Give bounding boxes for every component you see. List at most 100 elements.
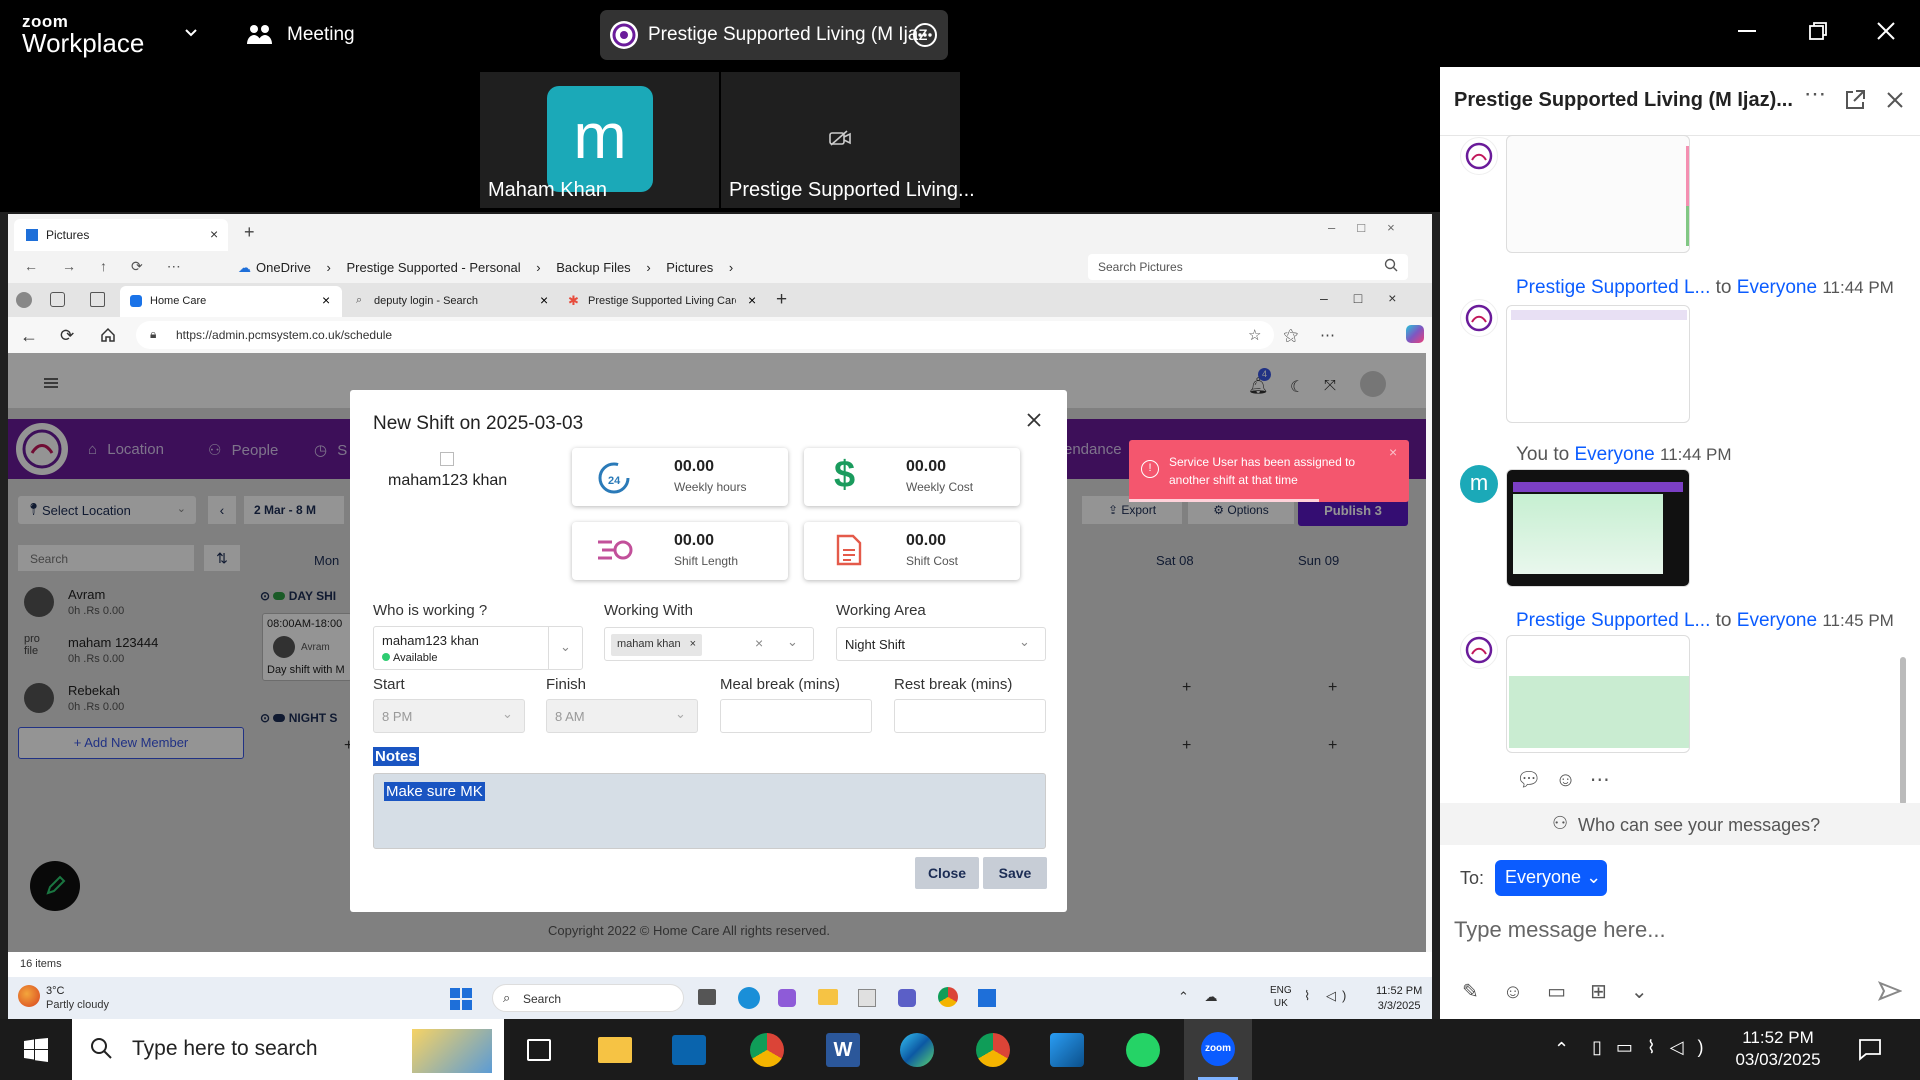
taskbar-search[interactable]: ⌕ Search [492,984,684,1012]
shared-image-thumbnail[interactable] [1506,635,1690,753]
task-view-icon[interactable] [698,989,716,1005]
pinned-apps[interactable] [698,987,998,1009]
back-icon[interactable]: ← [20,326,38,347]
browser-toolbar-icons[interactable]: ☆⚝⋯ [1248,326,1357,344]
who-working-select[interactable]: maham123 khan Available ⌄ [373,626,583,670]
tray-icons[interactable]: ⌃ ☁ [1178,989,1224,1005]
task-view-icon[interactable] [527,1039,551,1061]
rest-break-input[interactable] [894,699,1046,733]
modal-close-icon[interactable] [1026,412,1042,428]
copilot-icon[interactable] [1406,325,1424,343]
browser-window-controls[interactable]: –□× [1320,290,1422,306]
breadcrumb-item[interactable]: Prestige Supported - Personal [347,260,521,275]
notifications-icon[interactable] [1858,1037,1882,1061]
meeting-chat-tab[interactable]: Prestige Supported Living (M Ijaz [600,10,948,60]
windows-start-icon[interactable] [450,988,472,1010]
inner-clock[interactable]: 11:52 PM 3/3/2025 [1376,984,1422,1014]
working-area-select[interactable]: Night Shift ⌄ [836,627,1046,661]
browser-tab-home-care[interactable]: Home Care × [120,286,342,317]
language-indicator[interactable]: ENG UK [1270,984,1292,1010]
file-explorer-app-icon[interactable] [818,989,838,1005]
shared-image-thumbnail[interactable] [1506,305,1690,423]
breadcrumb-item[interactable]: Pictures [666,260,713,275]
word-icon[interactable]: W [826,1033,860,1067]
explorer-search[interactable]: Search Pictures [1088,254,1408,280]
chat-more-icon[interactable]: ⋯ [1804,81,1826,107]
store-app-icon[interactable] [858,989,876,1007]
breadcrumb-item[interactable]: OneDrive [256,260,311,275]
new-tab-icon[interactable]: + [776,289,787,311]
outlook-icon[interactable] [672,1035,706,1065]
error-toast[interactable]: ! Service User has been assigned to anot… [1129,440,1409,502]
meeting-icon[interactable] [246,22,274,46]
close-tab-icon[interactable]: × [748,292,756,308]
app-icon[interactable] [978,989,996,1007]
audience-link[interactable]: Everyone [1574,444,1654,465]
meeting-label[interactable]: Meeting [287,24,355,46]
working-with-select[interactable]: maham khan × × ⌄ [604,627,814,661]
address-bar[interactable]: 🔒︎ https://admin.pcmsystem.co.uk/schedul… [136,321,1274,349]
breadcrumb-item[interactable]: Backup Files [556,260,630,275]
notes-textarea[interactable]: Make sure MK [373,773,1046,849]
tab-actions-icon[interactable] [90,292,105,307]
close-icon[interactable] [1876,21,1896,41]
start-time-select[interactable]: 8 PM ⌄ [373,699,525,733]
workspaces-icon[interactable] [50,292,65,307]
chrome-app-icon[interactable] [938,987,958,1007]
window-controls[interactable]: –□× [1328,220,1417,235]
sender-name[interactable]: Prestige Supported L... [1516,610,1710,631]
sender-name[interactable]: Prestige Supported L... [1516,277,1710,298]
send-icon[interactable] [1878,979,1902,1003]
finish-time-select[interactable]: 8 AM ⌄ [546,699,698,733]
copilot-app-icon[interactable] [778,989,796,1007]
more-options-icon[interactable] [912,22,938,48]
explorer-tab[interactable]: Pictures × [14,219,228,251]
save-button[interactable]: Save [983,857,1047,889]
shared-image-thumbnail[interactable] [1506,469,1690,587]
participant-tile[interactable]: m Maham Khan [480,72,719,208]
working-with-tag[interactable]: maham khan × [611,634,703,656]
visibility-bar[interactable]: ⚇ Who can see your messages? [1440,803,1920,845]
close-tab-icon[interactable]: × [322,292,330,308]
explorer-nav[interactable]: ←→↑⟳⋯ [24,258,205,275]
photos-icon[interactable] [1050,1033,1084,1067]
home-icon[interactable] [100,327,116,343]
clear-icon[interactable]: × [755,635,763,651]
system-tray-icons[interactable]: ⌇ ◁) [1304,988,1352,1004]
chat-scrollbar[interactable] [1900,657,1906,805]
clock[interactable]: 11:52 PM 03/03/2025 [1722,1027,1834,1071]
taskbar-search-box[interactable]: Type here to search [72,1019,504,1080]
popout-icon[interactable] [1844,89,1866,111]
message-actions[interactable]: 💬︎☺︎⋯ [1516,767,1624,792]
meal-break-input[interactable] [720,699,872,733]
zoom-taskbar-icon[interactable]: zoom [1184,1019,1252,1080]
participant-tile[interactable]: Prestige Supported Living... [721,72,975,208]
close-button[interactable]: Close [915,857,979,889]
start-icon[interactable] [24,1038,48,1062]
recipient-dropdown[interactable]: Everyone ⌄ [1495,860,1607,896]
teams-app-icon[interactable] [898,989,916,1007]
audience-link[interactable]: Everyone [1737,610,1817,631]
shared-image-thumbnail[interactable] [1506,135,1690,253]
chat-close-icon[interactable] [1886,91,1904,109]
profile-icon[interactable] [16,292,32,308]
message-input[interactable]: Type message here... [1454,907,1904,957]
restore-icon[interactable] [1808,21,1828,41]
chrome-profile-icon[interactable] [976,1033,1010,1067]
audience-link[interactable]: Everyone [1737,277,1817,298]
refresh-icon[interactable]: ⟳ [60,326,74,346]
workplace-dropdown-icon[interactable] [183,24,199,40]
close-tab-icon[interactable]: × [210,226,218,242]
close-tab-icon[interactable]: × [540,292,548,308]
chrome-icon[interactable] [750,1033,784,1067]
edge-app-icon[interactable] [738,987,760,1009]
toast-close-icon[interactable]: × [1389,444,1397,460]
system-tray[interactable]: ▯▭⌇◁) [1592,1037,1718,1058]
browser-tab-search[interactable]: ⌕ deputy login - Search × [348,286,558,317]
browser-tab-prestige[interactable]: ✱ Prestige Supported Living Care - × [562,286,766,317]
whatsapp-icon[interactable] [1126,1033,1160,1067]
minimize-icon[interactable] [1738,30,1756,32]
show-hidden-icons[interactable]: ⌃ [1554,1039,1569,1060]
composer-toolbar[interactable]: ✎☺︎▭⊞⌄ [1462,979,1672,1004]
new-tab-icon[interactable]: + [244,222,255,243]
